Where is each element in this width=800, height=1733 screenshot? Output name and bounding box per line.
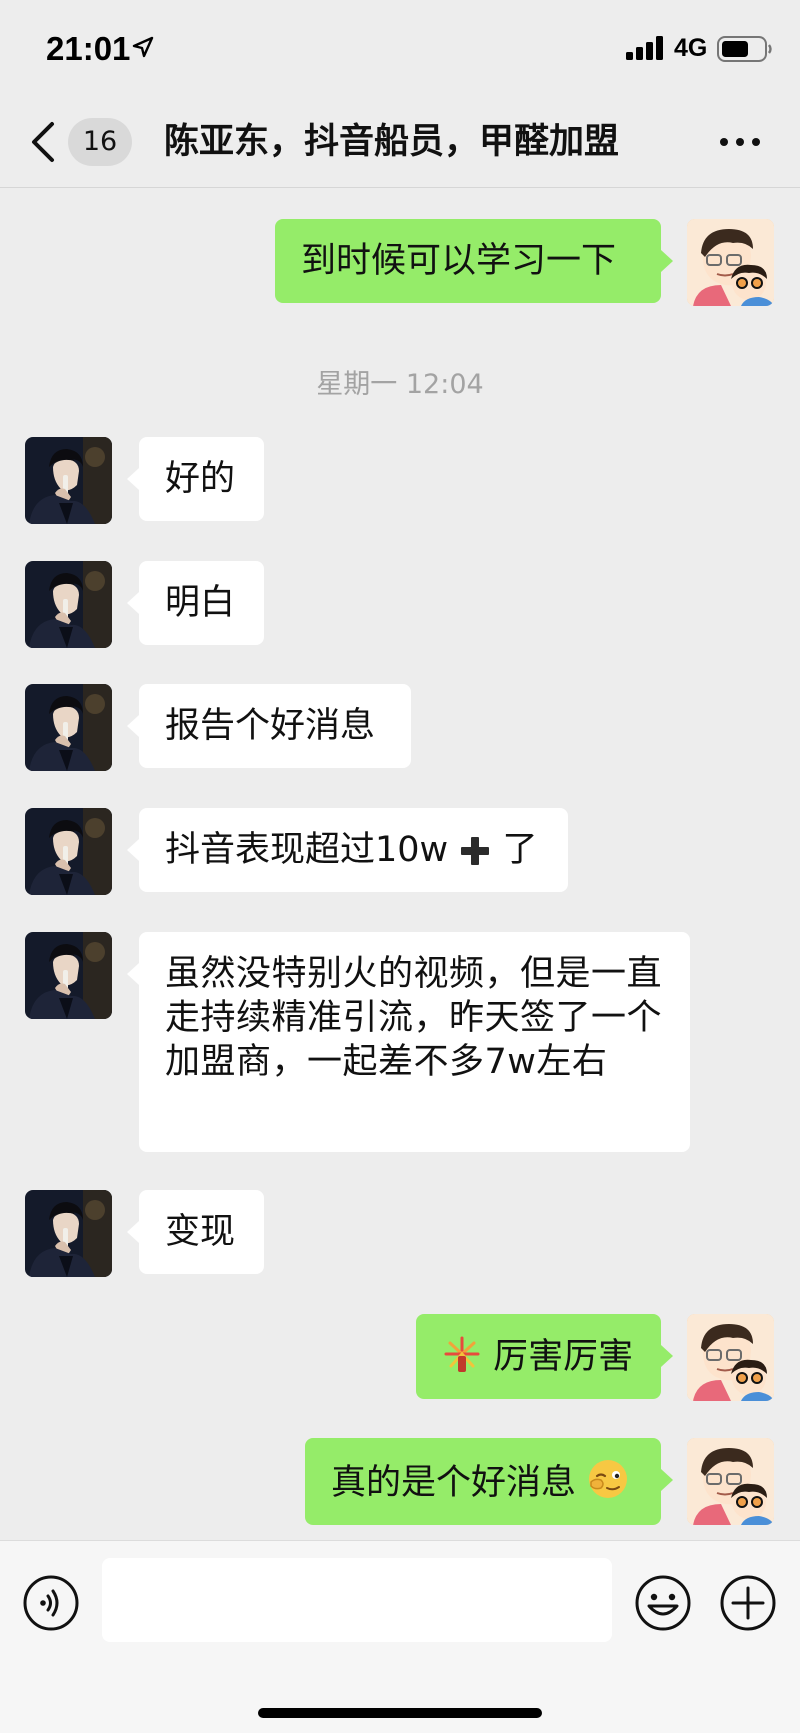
incoming-message-bubble[interactable]: 变现 <box>127 1190 264 1274</box>
self-avatar[interactable] <box>687 219 774 306</box>
chat-header: 16 陈亚东，抖音船员，甲醛加盟 <box>0 100 800 188</box>
contact-avatar[interactable] <box>25 808 112 895</box>
message-text: 变现 <box>165 1212 236 1252</box>
status-bar: 21:01 4G <box>0 0 800 100</box>
heavy-plus-icon <box>461 837 490 865</box>
message-input-bar <box>0 1540 800 1733</box>
cellular-signal-icon <box>626 36 663 60</box>
contact-avatar[interactable] <box>25 932 112 1019</box>
message-text: 厉害厉害 <box>493 1337 634 1377</box>
outgoing-message-bubble[interactable]: 到时候可以学习一下 <box>275 219 673 303</box>
contact-avatar[interactable] <box>25 684 112 771</box>
home-indicator[interactable] <box>258 1708 542 1718</box>
outgoing-message-bubble[interactable]: 厉害厉害 <box>416 1314 673 1399</box>
message-text: 到时候可以学习一下 <box>301 241 617 281</box>
self-avatar[interactable] <box>687 1314 774 1401</box>
battery-icon <box>717 36 772 62</box>
self-avatar[interactable] <box>687 1438 774 1525</box>
fireworks-icon <box>444 1336 480 1372</box>
message-text: 虽然没特别火的视频，但是一直走持续精准引流，昨天签了一个加盟商，一起差不多7w左… <box>165 954 663 1082</box>
more-options-icon[interactable] <box>718 130 762 154</box>
incoming-message-bubble[interactable]: 抖音表现超过10w 了 <box>127 808 568 892</box>
timestamp-divider: 星期一 12:04 <box>316 369 484 400</box>
message-list[interactable]: 到时候可以学习一下 星期一 12:04 好的 明白 报告个好消息 抖音表现超过1… <box>0 188 800 1540</box>
back-chevron-icon[interactable] <box>28 120 58 164</box>
incoming-message-bubble[interactable]: 好的 <box>127 437 264 521</box>
message-text: 好的 <box>165 459 236 499</box>
contact-avatar[interactable] <box>25 437 112 524</box>
contact-avatar[interactable] <box>25 1190 112 1277</box>
contact-avatar[interactable] <box>25 561 112 648</box>
more-functions-plus-icon[interactable] <box>719 1574 777 1632</box>
network-type-label: 4G <box>674 34 708 62</box>
status-time: 21:01 <box>46 30 131 67</box>
voice-input-icon[interactable] <box>22 1574 80 1632</box>
message-text: 真的是个好消息 <box>331 1463 577 1503</box>
message-text-suffix: 了 <box>502 830 538 870</box>
emoji-picker-icon[interactable] <box>634 1574 692 1632</box>
chat-title: 陈亚东，抖音船员，甲醛加盟 <box>164 122 620 162</box>
incoming-message-bubble[interactable]: 虽然没特别火的视频，但是一直走持续精准引流，昨天签了一个加盟商，一起差不多7w左… <box>127 932 690 1152</box>
incoming-message-bubble[interactable]: 明白 <box>127 561 264 645</box>
message-input[interactable] <box>102 1558 612 1642</box>
message-text: 报告个好消息 <box>165 706 376 746</box>
incoming-message-bubble[interactable]: 报告个好消息 <box>127 684 411 768</box>
winking-ok-emoji-icon <box>589 1460 628 1498</box>
message-text: 抖音表现超过10w <box>165 830 449 870</box>
message-text: 明白 <box>165 583 236 623</box>
location-arrow-icon <box>132 36 154 58</box>
outgoing-message-bubble[interactable]: 真的是个好消息 <box>305 1438 673 1525</box>
unread-count-badge[interactable]: 16 <box>68 118 132 166</box>
